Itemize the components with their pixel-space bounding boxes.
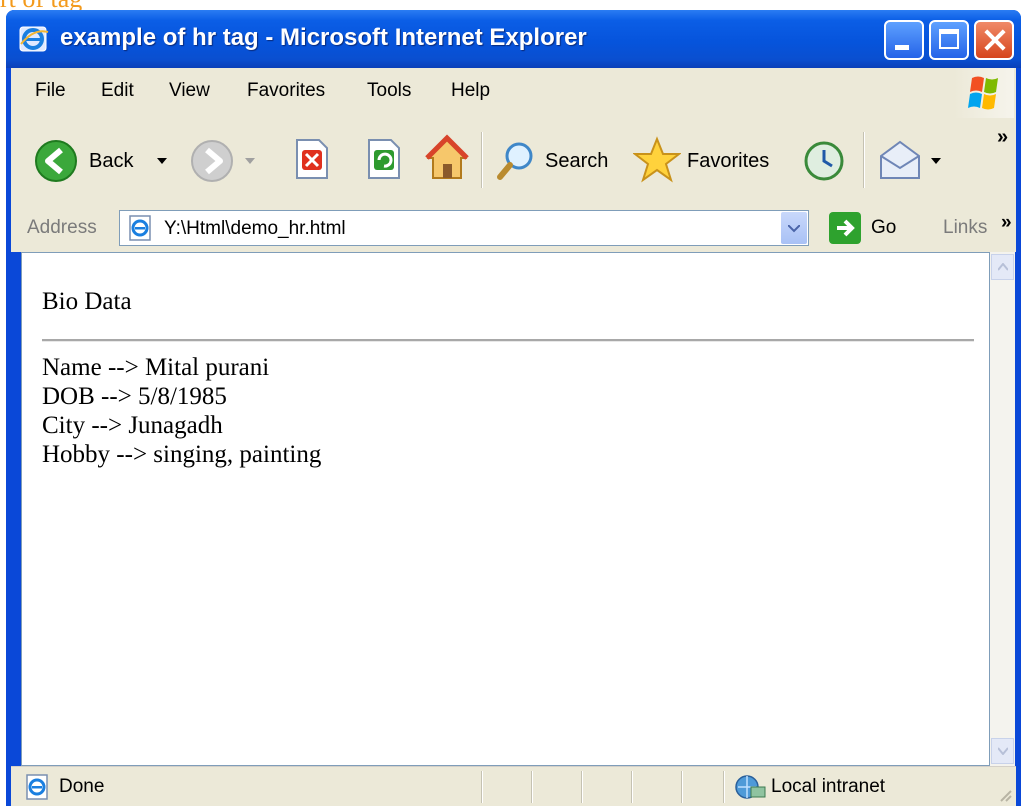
- forward-button[interactable]: [189, 138, 261, 184]
- mail-dropdown-icon[interactable]: [931, 158, 941, 166]
- forward-arrow-icon: [191, 140, 233, 182]
- window-title: example of hr tag - Microsoft Internet E…: [60, 24, 587, 51]
- chevron-up-icon: [998, 263, 1008, 271]
- back-label: Back: [89, 150, 134, 172]
- menu-favorites[interactable]: Favorites: [247, 80, 325, 102]
- address-bar: Address Y:\Html\demo_hr.html Go Links »: [11, 206, 1016, 252]
- menu-view[interactable]: View: [169, 80, 210, 102]
- refresh-icon: [368, 139, 400, 179]
- menu-bar: File Edit View Favorites Tools Help: [11, 68, 1016, 119]
- status-divider: [723, 771, 725, 803]
- back-arrow-icon: [35, 140, 77, 182]
- standard-toolbar: Back Search Favorites »: [11, 118, 1016, 207]
- refresh-button[interactable]: [363, 136, 403, 187]
- status-divider: [531, 771, 533, 803]
- status-divider: [581, 771, 583, 803]
- history-icon: [804, 141, 844, 181]
- close-button[interactable]: [974, 20, 1014, 60]
- status-text: Done: [59, 776, 105, 797]
- menu-help[interactable]: Help: [451, 80, 490, 102]
- bio-data-list: Name --> Mital purani DOB --> 5/8/1985 C…: [42, 353, 321, 469]
- scroll-up-button[interactable]: [991, 254, 1014, 280]
- home-button[interactable]: [423, 134, 471, 189]
- media-button[interactable]: [801, 138, 847, 189]
- bio-city-line: City --> Junagadh: [42, 412, 223, 439]
- security-zone-label: Local intranet: [771, 776, 886, 797]
- mail-button[interactable]: [877, 138, 947, 184]
- address-label: Address: [27, 217, 97, 238]
- page-heading: Bio Data: [42, 288, 132, 315]
- vertical-scrollbar[interactable]: [990, 252, 1015, 766]
- menu-edit[interactable]: Edit: [101, 80, 134, 102]
- chevron-down-icon: [998, 747, 1008, 755]
- stop-icon: [296, 139, 328, 179]
- browser-window: example of hr tag - Microsoft Internet E…: [6, 10, 1021, 806]
- page-viewport: Bio Data Name --> Mital purani DOB --> 5…: [21, 252, 990, 766]
- bio-name-line: Name --> Mital purani: [42, 354, 270, 381]
- search-label: Search: [545, 150, 609, 172]
- toolbar-separator: [863, 132, 865, 188]
- favorites-star-icon: [632, 136, 682, 183]
- toolbar-separator: [481, 132, 483, 188]
- status-divider: [481, 771, 483, 803]
- back-button[interactable]: Back: [33, 138, 173, 184]
- search-button[interactable]: Search: [495, 138, 625, 184]
- chevron-down-icon: [788, 225, 800, 233]
- go-arrow-icon[interactable]: [829, 212, 861, 244]
- windows-logo: [954, 68, 1014, 118]
- links-overflow-chevron[interactable]: »: [1001, 212, 1012, 234]
- favorites-button[interactable]: Favorites: [632, 136, 793, 186]
- go-button-label[interactable]: Go: [871, 217, 896, 239]
- favorites-label: Favorites: [687, 150, 770, 172]
- menu-tools[interactable]: Tools: [367, 80, 411, 102]
- minimize-button[interactable]: [884, 20, 924, 60]
- maximize-button[interactable]: [929, 20, 969, 60]
- links-label[interactable]: Links: [943, 217, 987, 239]
- status-bar: Done Local intranet: [11, 766, 1016, 806]
- intranet-zone-icon: [735, 775, 766, 799]
- address-input[interactable]: Y:\Html\demo_hr.html: [119, 210, 809, 246]
- address-url: Y:\Html\demo_hr.html: [164, 218, 346, 239]
- page-icon: [129, 215, 151, 241]
- resize-grip-icon[interactable]: [997, 787, 1013, 803]
- title-bar[interactable]: example of hr tag - Microsoft Internet E…: [6, 10, 1021, 68]
- status-divider: [681, 771, 683, 803]
- horizontal-rule: [42, 339, 974, 342]
- stop-button[interactable]: [291, 136, 331, 187]
- forward-dropdown-icon[interactable]: [245, 158, 255, 166]
- menu-file[interactable]: File: [35, 80, 66, 102]
- address-dropdown-button[interactable]: [781, 212, 807, 244]
- page-done-icon: [26, 774, 48, 800]
- search-icon: [497, 142, 533, 180]
- toolbar-overflow-chevron[interactable]: »: [997, 126, 1008, 149]
- ie-icon: [19, 26, 49, 52]
- status-divider: [631, 771, 633, 803]
- windows-flag-icon: [968, 76, 998, 110]
- home-icon: [425, 134, 469, 179]
- bio-hobby-line: Hobby --> singing, painting: [42, 441, 322, 468]
- bio-dob-line: DOB --> 5/8/1985: [42, 383, 227, 410]
- mail-icon: [880, 140, 920, 179]
- scroll-down-button[interactable]: [991, 738, 1014, 764]
- back-dropdown-icon[interactable]: [157, 158, 167, 166]
- go-icon: [837, 219, 855, 237]
